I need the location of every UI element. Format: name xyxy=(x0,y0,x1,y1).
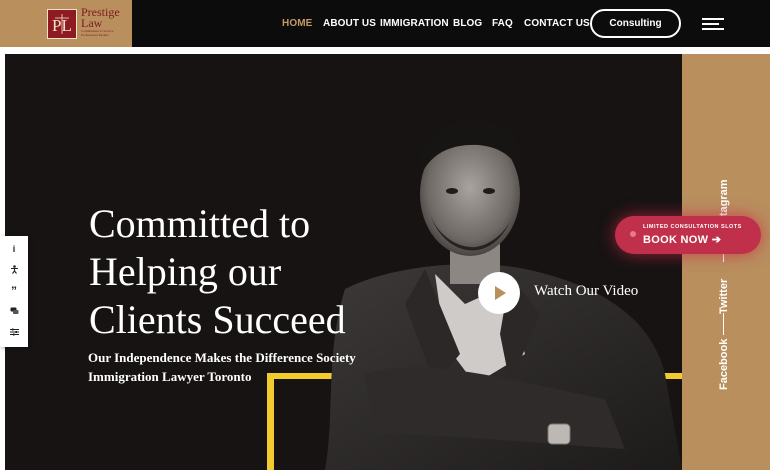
play-icon xyxy=(495,286,506,300)
logo-tagline: Commitment to Service Professional Resul… xyxy=(81,29,114,37)
chat-icon[interactable] xyxy=(4,303,24,321)
site-header: PL Prestige Law Commitment to Service Pr… xyxy=(0,0,770,47)
watch-video-label[interactable]: Watch Our Video xyxy=(534,283,638,300)
nav-immigration[interactable]: IMMIGRATION xyxy=(380,18,449,32)
info-icon[interactable]: i xyxy=(4,240,24,258)
nav-home[interactable]: HOME xyxy=(282,18,312,32)
nav-contact-us[interactable]: CONTACT US xyxy=(524,18,590,32)
hero-heading-line-3: Clients Succeed xyxy=(89,297,346,342)
hero-heading-line-1: Committed to xyxy=(89,201,311,246)
hamburger-menu-icon[interactable] xyxy=(702,17,724,31)
quote-icon[interactable]: ” xyxy=(4,282,24,300)
logo-name: Prestige Law xyxy=(81,5,120,30)
book-now-button[interactable]: LIMITED CONSULTATION SLOTS BOOK NOW ➔ xyxy=(615,216,761,254)
accessibility-toolbar: i ” xyxy=(0,236,28,347)
logo-monogram-icon: PL xyxy=(47,9,77,39)
hero-section: Committed to Helping our Clients Succeed… xyxy=(5,54,682,470)
accessibility-icon[interactable] xyxy=(4,261,24,279)
header-divider xyxy=(0,47,770,54)
settings-sliders-icon[interactable] xyxy=(4,324,24,342)
book-now-subtext: LIMITED CONSULTATION SLOTS xyxy=(643,224,742,230)
nav-blog[interactable]: BLOG xyxy=(453,18,482,32)
book-now-label: BOOK NOW ➔ xyxy=(643,234,722,246)
social-link-twitter[interactable]: Twitter xyxy=(718,279,730,314)
social-link-facebook[interactable]: Facebook xyxy=(718,339,730,390)
nav-about-us[interactable]: ABOUT US xyxy=(323,18,376,32)
consulting-button[interactable]: Consulting xyxy=(590,9,681,38)
hero-heading: Committed to Helping our Clients Succeed xyxy=(89,200,389,344)
hero-heading-line-2: Helping our xyxy=(89,249,282,294)
social-divider xyxy=(723,313,724,335)
play-video-button[interactable] xyxy=(478,272,520,314)
social-sidebar: Facebook Twitter Instagram xyxy=(682,54,770,470)
status-dot-icon xyxy=(630,231,636,237)
nav-faq[interactable]: FAQ xyxy=(492,18,513,32)
hero-subheading: Our Independence Makes the Difference So… xyxy=(88,350,356,384)
logo[interactable]: PL Prestige Law Commitment to Service Pr… xyxy=(0,0,132,47)
